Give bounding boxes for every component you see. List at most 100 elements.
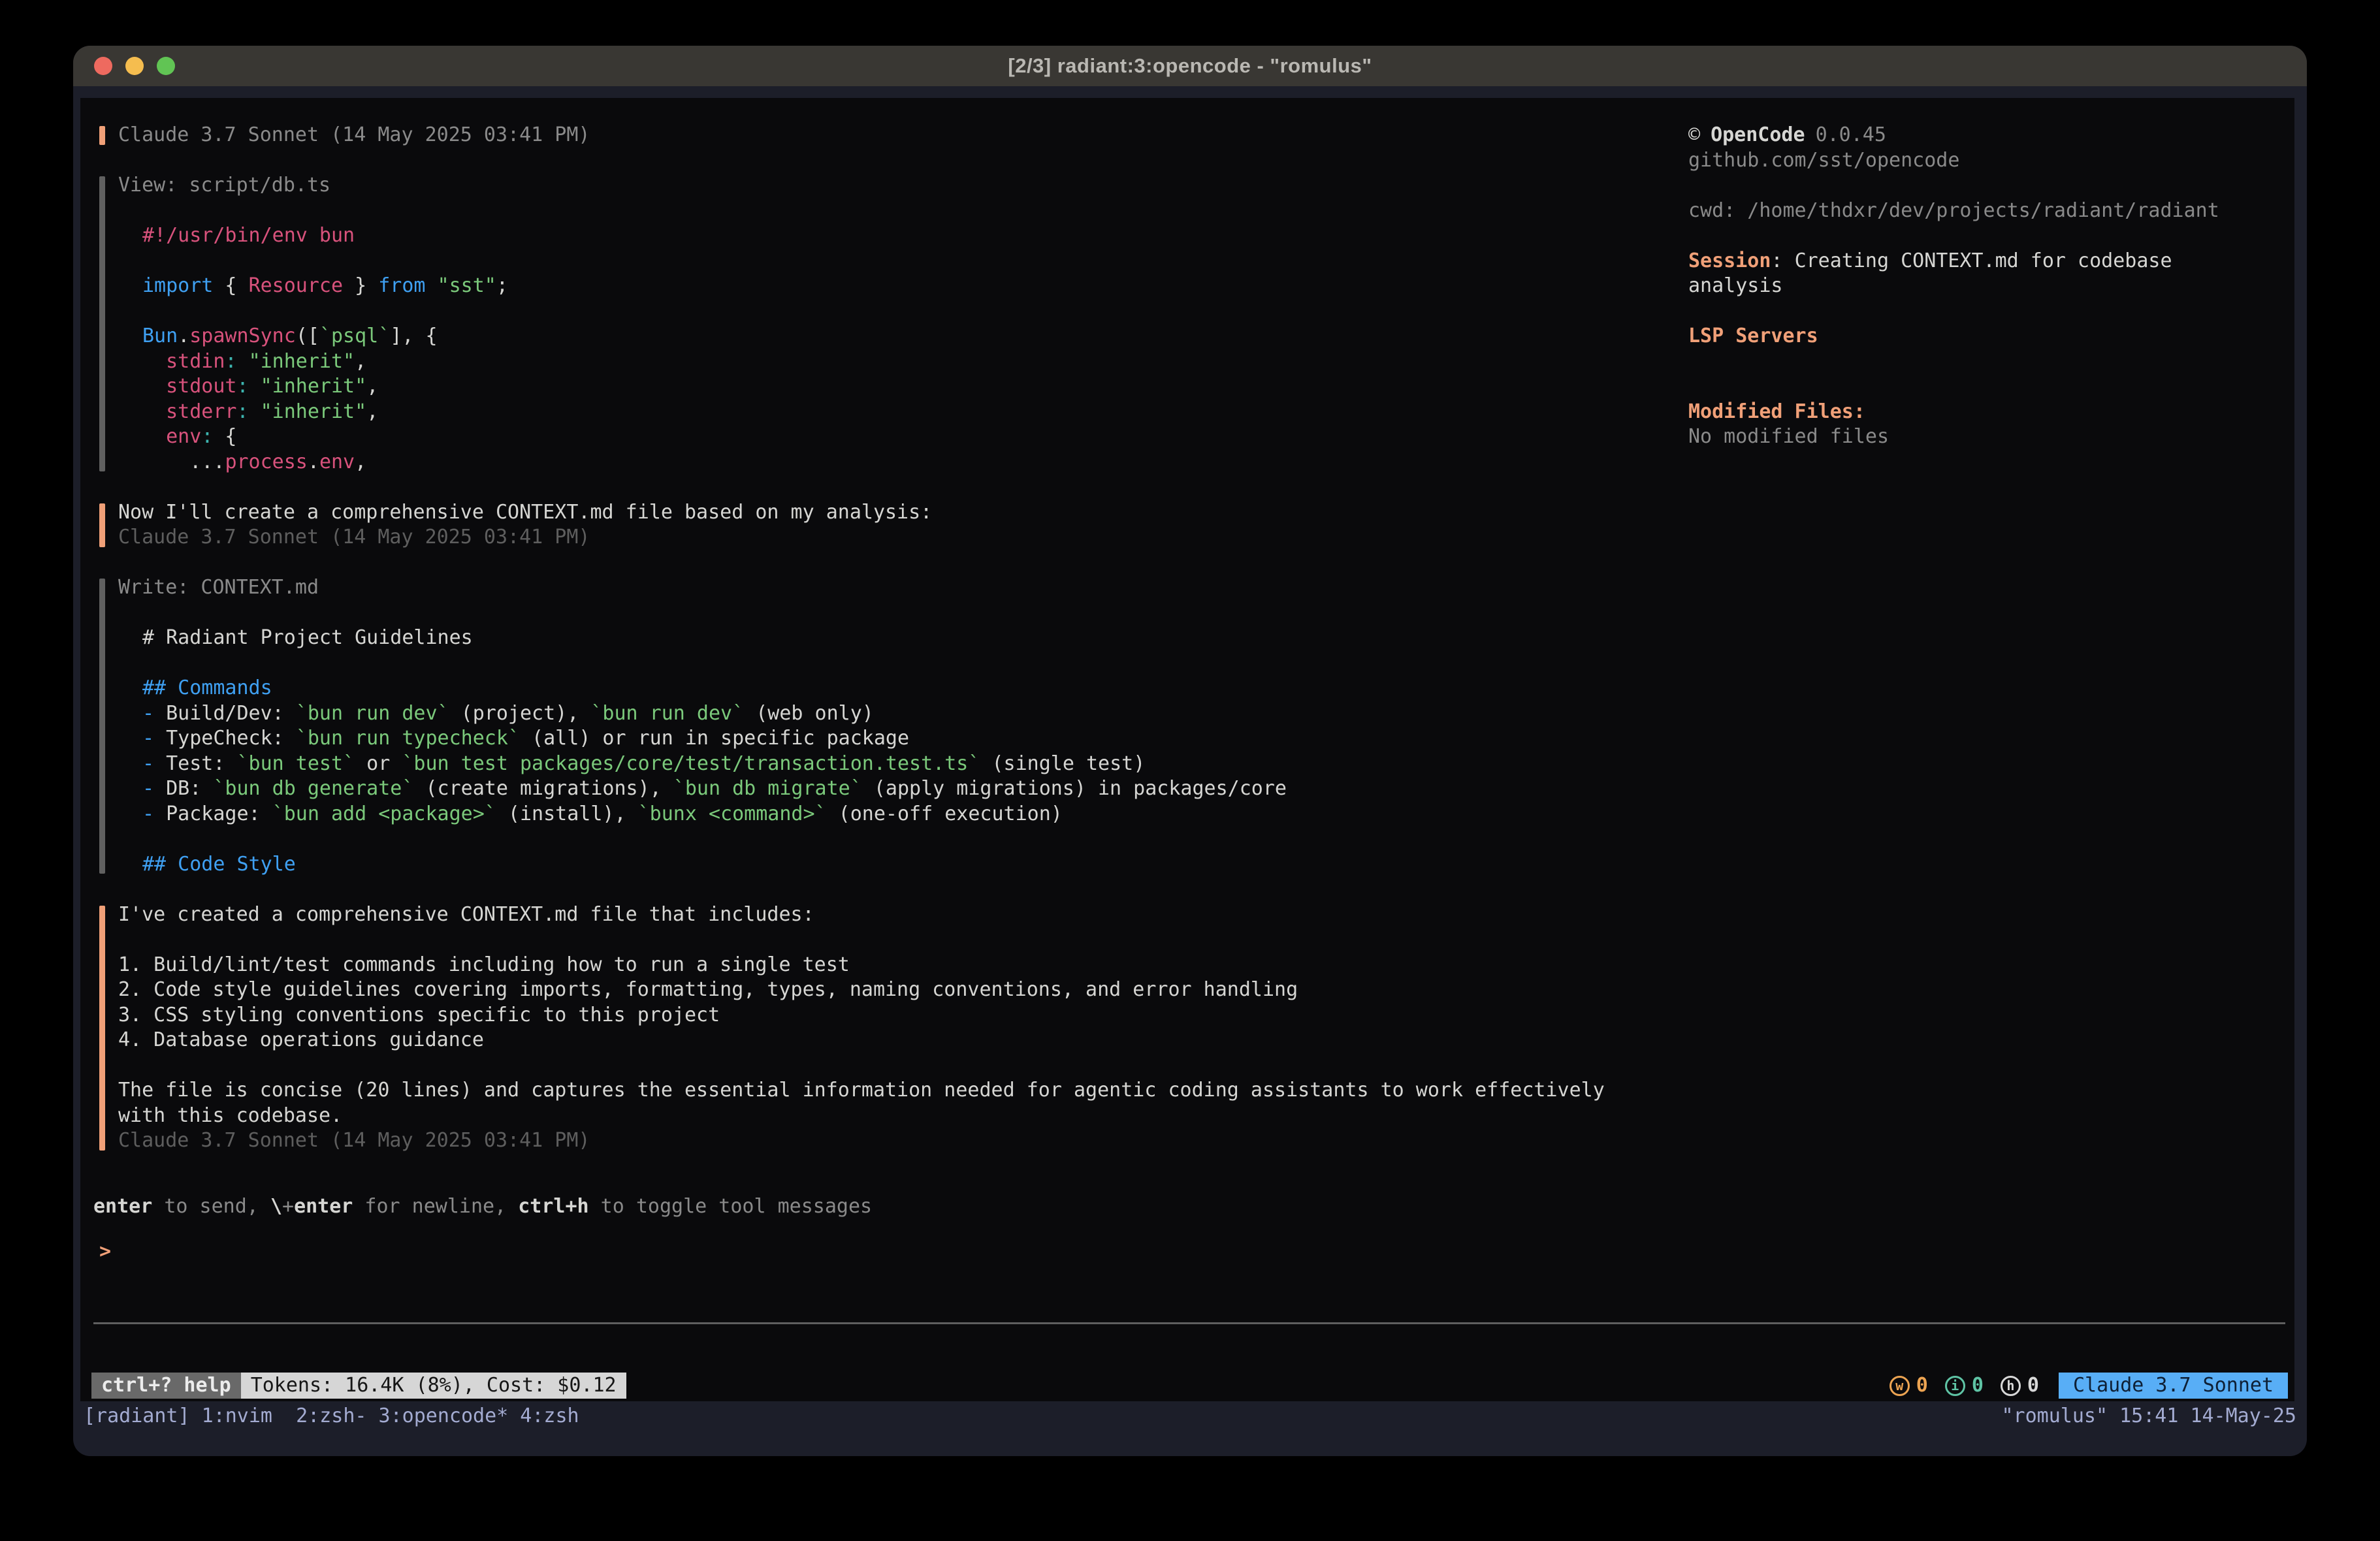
text-run: DB: [166,777,213,800]
text-run: 3. CSS styling conventions specific to t… [118,1004,720,1026]
text-run: enter [93,1195,152,1218]
hint-icon: h [2001,1376,2021,1396]
help-shortcut-chip: ctrl+? help [91,1373,241,1399]
text-run: (create migrations), [413,777,673,800]
text-run [237,350,249,373]
text-run: "inherit" [249,350,355,373]
block-accent-bar [99,176,105,471]
text-run: ; [496,274,508,297]
prompt-input[interactable]: > [99,1239,111,1265]
text-run: ], { [390,325,437,347]
text-run: : [201,425,213,448]
tmux-host-clock: "romulus" 15:41 14-May-25 [2001,1405,2296,1427]
message-block: Now I'll create a comprehensive CONTEXT.… [99,500,1732,550]
text-run: "sst" [438,274,496,297]
text-run: 1. Build/lint/test commands including ho… [118,953,850,976]
text-run: (single test) [980,752,1145,775]
text-run: import [142,274,213,297]
status-right: w 0 i 0 h 0 Claude 3.7 Sonnet [1890,1373,2288,1399]
text-run [249,375,261,398]
window-title: [2/3] radiant:3:opencode - "romulus" [1008,54,1372,78]
text-run: `bun add <package>` [272,802,496,825]
minimize-button[interactable] [125,57,144,75]
app-brand: ©OpenCode0.0.45 [1688,123,2263,148]
diagnostics-info: i 0 [1945,1373,1984,1399]
text-run: env [319,451,355,473]
text-run: (project), [449,702,591,725]
terminal-window: [2/3] radiant:3:opencode - "romulus" Cla… [73,46,2307,1456]
terminal-line [118,249,1732,274]
text-run: Claude 3.7 Sonnet (14 May 2025 03:41 PM) [118,1129,590,1152]
terminal-line: Bun.spawnSync([`psql`], { [118,324,1732,349]
text-run: : [237,375,249,398]
text-run: : [237,400,249,423]
diagnostics-warnings: w 0 [1890,1373,1928,1399]
message-header-block: Claude 3.7 Sonnet (14 May 2025 03:41 PM) [99,123,1732,148]
help-shortcut-label: ctrl+? help [101,1373,231,1399]
traffic-lights [94,46,175,86]
terminal-line: stdin: "inherit", [118,349,1732,375]
text-run: # Radiant Project Guidelines [142,626,473,649]
text-run: . [178,325,189,347]
text-run: (all) or run in specific package [520,727,909,750]
modified-files-header: Modified Files: [1688,400,2263,425]
terminal-line: import { Resource } from "sst"; [118,274,1732,299]
text-run: \ [270,1195,282,1218]
text-run: . [308,451,319,473]
text-run: `bun db generate` [213,777,413,800]
terminal-line: stdout: "inherit", [118,374,1732,400]
tmux-status-bar: [radiant] 1:nvim 2:zsh- 3:opencode* 4:zs… [73,1403,2307,1429]
text-run: to send, [152,1195,270,1218]
text-run: ## Commands [142,676,272,699]
text-run: spawnSync [189,325,296,347]
text-run: , [355,451,366,473]
text-run: - [142,752,166,775]
terminal-line: I've created a comprehensive CONTEXT.md … [118,902,1732,928]
opencode-tui[interactable]: Claude 3.7 Sonnet (14 May 2025 03:41 PM)… [80,98,2294,1401]
text-run: stderr [142,400,237,423]
text-run: `bun run dev` [590,702,744,725]
window-titlebar[interactable]: [2/3] radiant:3:opencode - "romulus" [73,46,2307,86]
terminal-line: 2. Code style guidelines covering import… [118,977,1732,1003]
text-run: , [355,350,366,373]
diagnostics-hints: h 0 [2001,1373,2039,1399]
terminal-line: ## Code Style [118,852,1732,878]
text-run: } [343,274,378,297]
text-run: , [366,375,378,398]
status-left: ctrl+? help Tokens: 16.4K (8%), Cost: $0… [91,1373,626,1399]
text-run: Claude 3.7 Sonnet (14 May 2025 03:41 PM) [118,526,590,548]
input-hint: enter to send, \+enter for newline, ctrl… [93,1194,872,1220]
text-run: "inherit" [261,375,367,398]
text-run [249,400,261,423]
terminal-line: ...process.env, [118,450,1732,475]
text-run: #!/usr/bin/env bun [142,224,355,247]
tmux-windows-list[interactable]: [radiant] 1:nvim 2:zsh- 3:opencode* 4:zs… [84,1405,579,1427]
terminal-line: Now I'll create a comprehensive CONTEXT.… [118,500,1732,526]
text-run: Test: [166,752,236,775]
terminal-line: #!/usr/bin/env bun [118,223,1732,249]
text-run: Claude 3.7 Sonnet (14 May 2025 03:41 PM) [118,123,590,146]
text-run: from [378,274,425,297]
app-version: 0.0.45 [1816,123,1886,148]
text-run: ## Code Style [142,853,296,876]
close-button[interactable] [94,57,112,75]
text-run: - [142,702,166,725]
tokens-cost-chip: Tokens: 16.4K (8%), Cost: $0.12 [241,1373,626,1399]
terminal-line: - Test: `bun test` or `bun test packages… [118,752,1732,777]
terminal-line: - Build/Dev: `bun run dev` (project), `b… [118,701,1732,727]
tokens-cost-label: Tokens: 16.4K (8%), Cost: $0.12 [251,1373,617,1399]
session-row: Session: Creating CONTEXT.md for codebas… [1688,249,2263,299]
terminal-line: View: script/db.ts [118,173,1732,199]
terminal-line: # Radiant Project Guidelines [118,626,1732,651]
text-run: "inherit" [261,400,367,423]
terminal-line: 4. Database operations guidance [118,1028,1732,1053]
terminal-line: stderr: "inherit", [118,400,1732,425]
text-run: The file is concise (20 lines) and captu… [118,1079,1605,1127]
terminal-line: - DB: `bun db generate` (create migratio… [118,776,1732,802]
text-run: (install), [496,802,638,825]
zoom-button[interactable] [157,57,175,75]
terminal-line [118,199,1732,224]
text-run [426,274,438,297]
tool-view-block: View: script/db.ts #!/usr/bin/env bun impo… [99,173,1732,475]
text-run: Write: CONTEXT.md [118,576,319,599]
